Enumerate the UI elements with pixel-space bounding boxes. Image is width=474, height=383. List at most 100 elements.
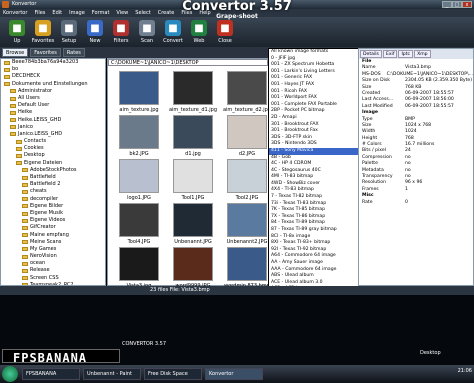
desktop-item[interactable]: Desktop (420, 350, 441, 356)
menu-item[interactable]: Files (34, 9, 45, 17)
menu-item[interactable]: Create (158, 9, 175, 17)
desktop-label: CONVERTOR 3.57 (122, 341, 167, 347)
tab-iptc[interactable]: Iptc (398, 50, 414, 58)
format-option[interactable]: 001 - Generic FAX (269, 75, 359, 82)
folder-label: NeroVision (30, 253, 57, 260)
maximize-button[interactable]: □ (452, 1, 462, 8)
format-option[interactable]: 301 - Brooktrout Fax (269, 128, 359, 135)
tab-exif[interactable]: Exif (382, 50, 398, 58)
folder-item[interactable]: Heike.LEISS_GHD (1, 117, 105, 124)
format-option[interactable]: A64 - Commodore 64 image (269, 253, 359, 260)
thumbnail[interactable]: Tool2.JPG (222, 157, 272, 207)
format-option[interactable]: 001 - Hayes JT FAX (269, 82, 359, 89)
thumbnail[interactable]: d1.jpg (168, 113, 218, 163)
toolbar-button-convert[interactable]: ■ Convert (160, 17, 186, 47)
thumbnail[interactable]: Unbenannt.JPG (168, 201, 218, 251)
folder-item[interactable]: Contacts (1, 138, 105, 145)
menu-item[interactable]: Konvertor (3, 9, 27, 17)
format-option[interactable]: 8XI - Texas TI-83+ bitmap (269, 240, 359, 247)
folder-item[interactable]: Desktop (1, 152, 105, 159)
folder-item[interactable]: Release (1, 267, 105, 274)
tab-xmp[interactable]: Xmp (414, 50, 431, 58)
start-button[interactable] (2, 366, 18, 382)
folder-item[interactable]: decompiler (1, 196, 105, 203)
folder-item[interactable]: Administrator (1, 88, 105, 95)
taskbar-item[interactable]: Konvertor (205, 368, 263, 380)
tab-rates[interactable]: Rates (62, 48, 85, 57)
format-option[interactable]: All known image formats (269, 49, 359, 56)
folder-item[interactable]: cheats (1, 188, 105, 195)
folder-item[interactable]: Cookies (1, 145, 105, 152)
toolbar-button-scan[interactable]: ■ Scan (134, 17, 160, 47)
format-option[interactable]: 87 - Texas TI-89 gray bitmap (269, 227, 359, 234)
minimize-button[interactable]: _ (442, 1, 452, 8)
folder-item[interactable]: Eigene Musik (1, 210, 105, 217)
folder-item[interactable]: Eigene Videos (1, 217, 105, 224)
folder-item[interactable]: Meine Scans (1, 239, 105, 246)
thumbnail[interactable]: Tool4.JPG (114, 201, 164, 251)
toolbar-button-web[interactable]: ■ Web (186, 17, 212, 47)
toolbar-button-setup[interactable]: ■ Setup (56, 17, 82, 47)
thumbnail[interactable]: aim_texture.jpg (114, 69, 164, 119)
folder-item[interactable]: ocean (1, 260, 105, 267)
taskbar-item[interactable]: Free Disk Space (144, 368, 202, 380)
menu-item[interactable]: Select (135, 9, 150, 17)
folder-item[interactable]: DECDHECK (1, 73, 105, 80)
toolbar-button-new[interactable]: ■ New (82, 17, 108, 47)
format-option[interactable]: ABS - Ulead album (269, 273, 359, 280)
toolbar-button-favorites[interactable]: ■ Favorites (30, 17, 56, 47)
folder-item[interactable]: GifCreator (1, 224, 105, 231)
menu-item[interactable]: View (116, 9, 128, 17)
folder-tree[interactable]: Beee784b3ba76a94a3203 bo DECDHECK Dokumente… (0, 58, 106, 286)
thumbnail[interactable]: aim_texture_d1.jpg (168, 69, 218, 119)
menu-item[interactable]: Edit (52, 9, 62, 17)
thumbnail[interactable]: logo1.JPG (114, 157, 164, 207)
folder-item[interactable]: Eigene Bilder (1, 203, 105, 210)
folder-item[interactable]: Dokumente und Einstellungen (1, 81, 105, 88)
format-option[interactable]: 001 - ZX Spectrum Hobetta (269, 62, 359, 69)
format-dropdown[interactable]: All known image formats 0 - JFIF jpg 001 -… (268, 48, 360, 288)
path-bar[interactable]: C:\DOKUME~1\JANICO~1\DESKTOP (108, 59, 268, 66)
folder-item[interactable]: Heike (1, 109, 105, 116)
folder-item[interactable]: All Users (1, 95, 105, 102)
format-option[interactable]: 7K - Texas TI-85 bitmap (269, 207, 359, 214)
toolbar-button-close[interactable]: ■ Close (212, 17, 238, 47)
thumbnail[interactable]: Unbenannt2.JPG (222, 201, 272, 251)
tab-browse[interactable]: Browse (2, 48, 29, 57)
folder-item[interactable]: Janico (1, 124, 105, 131)
folder-item[interactable]: Eigene Dateien (1, 160, 105, 167)
folder-item[interactable]: bo (1, 66, 105, 73)
toolbar-button-up[interactable]: ■ Up (4, 17, 30, 47)
folder-item[interactable]: Maine empfang (1, 232, 105, 239)
format-option[interactable]: 411 - Sony Mavica (269, 147, 359, 155)
tab-favorites[interactable]: Favorites (30, 48, 61, 57)
format-option[interactable]: AA - Amy Sauer image (269, 260, 359, 267)
thumbnail[interactable]: Tool1.JPG (168, 157, 218, 207)
format-option[interactable]: 4C - HP 4 CDROM (269, 161, 359, 168)
folder-item[interactable]: Screen CSS (1, 275, 105, 282)
folder-item[interactable]: Battlefield (1, 174, 105, 181)
tab-details[interactable]: Details (360, 50, 382, 58)
folder-item[interactable]: My Games (1, 246, 105, 253)
taskbar-item[interactable]: Unbenannt - Paint (83, 368, 141, 380)
menu-item[interactable]: Format (92, 9, 110, 17)
folder-item[interactable]: Default User (1, 102, 105, 109)
folder-item[interactable]: Beee784b3ba76a94a3203 (1, 59, 105, 66)
format-option[interactable]: 2BP - Pocket PC bitmap (269, 108, 359, 115)
format-option[interactable]: 3DS - Nintendo 3DS (269, 141, 359, 148)
format-option[interactable]: 001 - Worldport FAX (269, 95, 359, 102)
format-option[interactable]: 4MI - TI-83 bitmap (269, 174, 359, 181)
close-window-button[interactable]: x (462, 1, 472, 8)
folder-item[interactable]: Battlefield 2 (1, 181, 105, 188)
folder-item[interactable]: AdobeStockPhotos (1, 167, 105, 174)
format-option[interactable]: 2D - Amapi (269, 115, 359, 122)
thumbnail[interactable]: bk2.JPG (114, 113, 164, 163)
thumbnail[interactable]: d2.JPG (222, 113, 272, 163)
taskbar-item[interactable]: FPSBANANA (22, 368, 80, 380)
folder-item[interactable]: Janico.LEISS_GHD (1, 131, 105, 138)
folder-item[interactable]: NeroVision (1, 253, 105, 260)
menu-item[interactable]: Image (69, 9, 85, 17)
thumbnail[interactable]: aim_texture_d2.jpg (222, 69, 272, 119)
toolbar-button-filters[interactable]: ■ Filters (108, 17, 134, 47)
format-option[interactable]: 7 - Texas TI-82 bitmap (269, 194, 359, 201)
